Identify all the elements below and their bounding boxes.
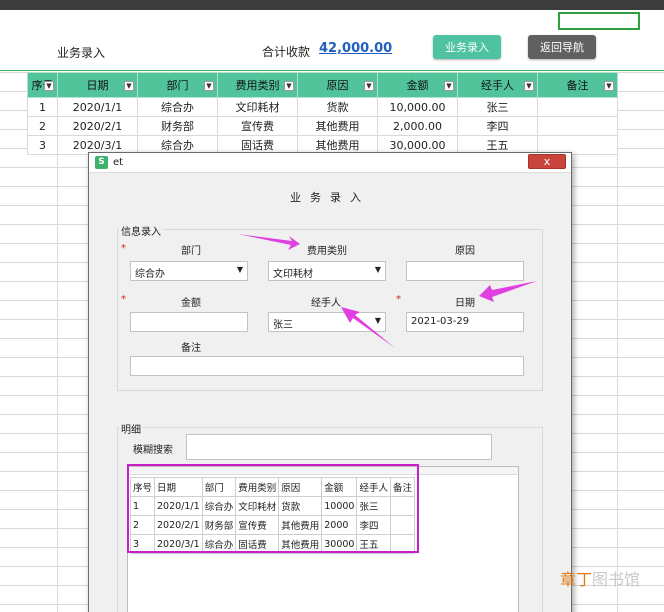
annotation-arrow-handler: [341, 307, 395, 348]
watermark-part1: 章丁: [560, 570, 593, 589]
annotation-arrow-category: [238, 234, 300, 250]
watermark-part2: 图书馆: [592, 570, 641, 589]
annotation-arrows: [238, 234, 537, 348]
annotation-arrow-date: [479, 281, 537, 302]
watermark: 章丁图书馆: [560, 566, 640, 590]
